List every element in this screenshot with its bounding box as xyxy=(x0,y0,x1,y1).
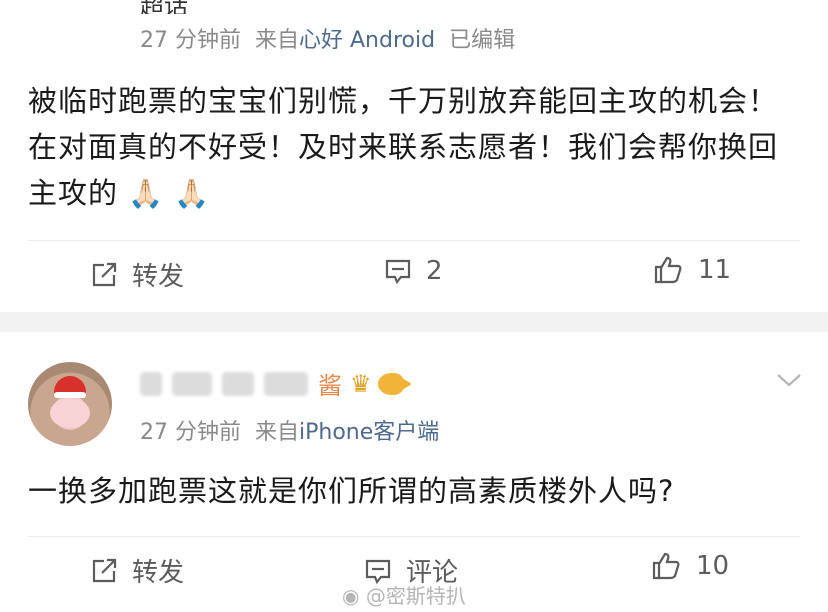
watermark-text: @密斯特扒 xyxy=(365,584,466,608)
username-suffix: 酱 xyxy=(318,372,342,400)
username[interactable]: 超话 xyxy=(140,0,188,14)
like-count: 10 xyxy=(696,551,730,581)
username[interactable]: 酱 ♛ xyxy=(140,366,412,401)
santa-hat xyxy=(54,376,86,398)
source-link[interactable]: iPhone客户端 xyxy=(299,420,439,445)
repost-label: 转发 xyxy=(132,558,185,588)
repost-label: 转发 xyxy=(132,262,185,292)
source-link[interactable]: 心好 Android xyxy=(299,28,435,53)
comment-count: 2 xyxy=(426,256,443,286)
comment-icon xyxy=(385,259,411,285)
like-button[interactable]: 11 xyxy=(652,254,731,286)
repost-icon xyxy=(92,262,117,286)
repost-icon xyxy=(92,558,117,582)
like-count: 11 xyxy=(698,255,732,285)
source-prefix: 来自 xyxy=(255,420,300,445)
avatar[interactable] xyxy=(28,0,112,16)
divider xyxy=(28,536,800,537)
crown-icon: ♛ xyxy=(350,369,372,398)
post-content: 被临时跑票的宝宝们别慌，千万别放弃能回主攻的机会！在对面真的不好受！及时来联系志… xyxy=(28,78,798,217)
like-icon xyxy=(654,256,682,284)
avatar[interactable] xyxy=(28,362,112,446)
post-separator xyxy=(0,312,828,332)
repost-button[interactable]: 转发 xyxy=(90,552,184,589)
source-prefix: 来自 xyxy=(255,28,300,53)
chevron-down-icon[interactable] xyxy=(776,372,802,388)
divider xyxy=(28,240,800,241)
post-time: 27 分钟前 xyxy=(140,420,241,445)
post-meta: 27 分钟前 来自iPhone客户端 xyxy=(140,414,439,446)
edited-label[interactable]: 已编辑 xyxy=(449,28,515,53)
post-time: 27 分钟前 xyxy=(140,28,241,53)
watermark: ◉ @密斯特扒 xyxy=(342,580,466,609)
weibo-icon: ◉ xyxy=(342,584,360,608)
comment-button[interactable]: 2 xyxy=(384,256,443,286)
fish-icon xyxy=(377,372,412,395)
praying-hands-emoji: 🙏🏻 🙏🏻 xyxy=(128,177,210,210)
like-icon xyxy=(652,552,680,580)
post-content: 一换多加跑票这就是你们所谓的高素质楼外人吗? xyxy=(28,474,675,508)
post-meta: 27 分钟前 来自心好 Android 已编辑 xyxy=(140,22,515,54)
repost-button[interactable]: 转发 xyxy=(90,256,184,293)
like-button[interactable]: 10 xyxy=(650,550,729,582)
post-1: 超话 27 分钟前 来自心好 Android 已编辑 被临时跑票的宝宝们别慌，千… xyxy=(0,0,828,312)
